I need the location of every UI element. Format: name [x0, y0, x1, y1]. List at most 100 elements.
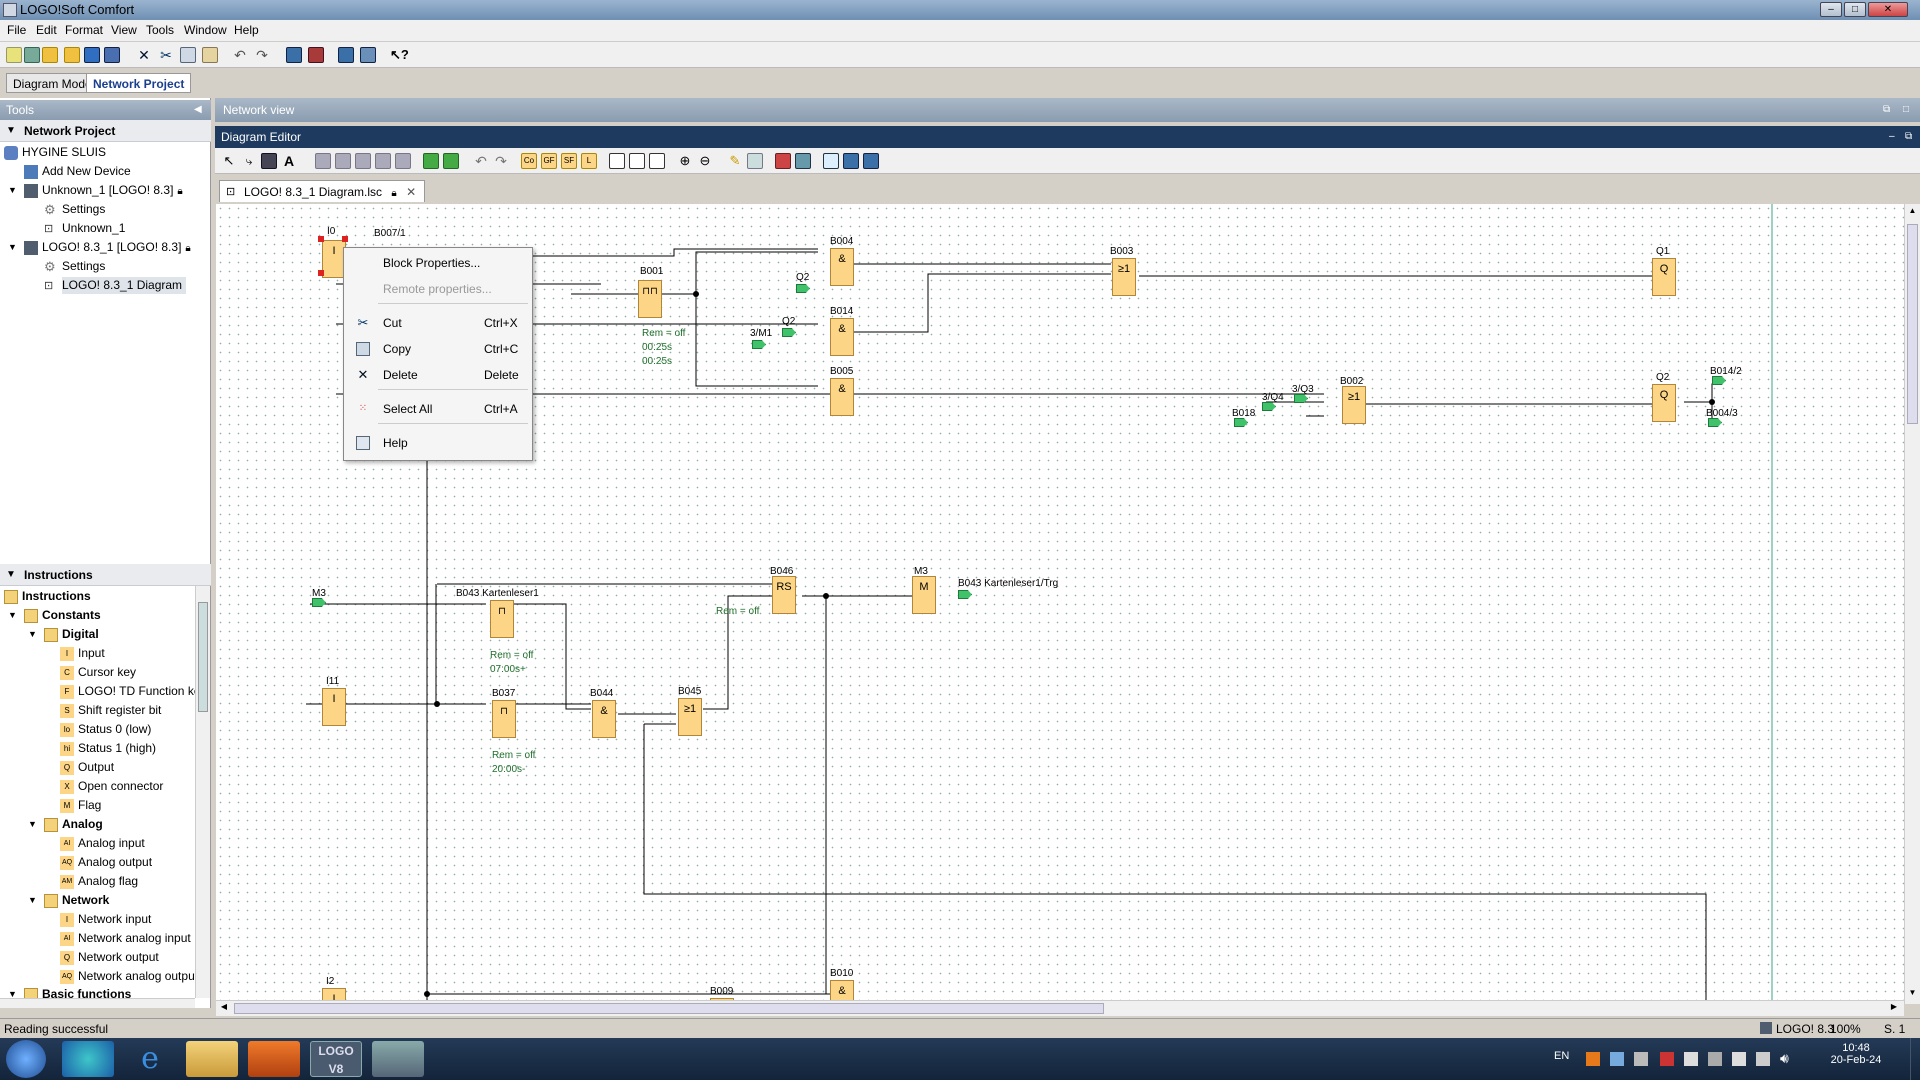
- redo-icon[interactable]: ↷: [254, 47, 270, 63]
- arrange-down-icon[interactable]: [843, 153, 859, 169]
- and-block-b005[interactable]: &: [830, 378, 854, 416]
- special-functions-icon[interactable]: SF: [561, 153, 577, 169]
- arrange-up-icon[interactable]: [863, 153, 879, 169]
- close-button[interactable]: ✕: [1868, 2, 1908, 17]
- online-test-icon[interactable]: [338, 47, 354, 63]
- tree-item-logo-device[interactable]: ▼ LOGO! 8.3_1 [LOGO! 8.3] 🔒︎: [8, 239, 191, 256]
- transfer-pc-logo-icon[interactable]: [286, 47, 302, 63]
- page-layout-3-icon[interactable]: [649, 153, 665, 169]
- tree-item-flag[interactable]: M Flag: [60, 797, 101, 814]
- network-project-header[interactable]: ▼ Network Project: [0, 120, 211, 142]
- page-layout-1-icon[interactable]: [609, 153, 625, 169]
- align-center-icon[interactable]: [335, 153, 351, 169]
- timer-block-b043[interactable]: ⊓: [490, 600, 514, 638]
- align-top-icon[interactable]: [355, 153, 371, 169]
- tree-item-shift-register-bit[interactable]: S Shift register bit: [60, 702, 161, 719]
- menu-item-block-properties[interactable]: Block Properties...: [344, 252, 534, 274]
- tree-item-td-function-key[interactable]: F LOGO! TD Function key: [60, 683, 195, 700]
- tree-folder-constants[interactable]: ▼ Constants: [8, 607, 101, 624]
- tree-folder-analog[interactable]: ▼ Analog: [28, 816, 103, 833]
- or-block-b002[interactable]: ≥1: [1342, 386, 1366, 424]
- or-block-b003[interactable]: ≥1: [1112, 258, 1136, 296]
- language-indicator[interactable]: EN: [1554, 1050, 1569, 1062]
- rs-block-b046[interactable]: RS: [772, 576, 796, 614]
- scroll-thumb[interactable]: [1907, 224, 1918, 424]
- restore-icon[interactable]: ⧉: [1905, 126, 1912, 148]
- tab-network-project[interactable]: Network Project: [86, 73, 192, 93]
- flag-block-m3[interactable]: M: [912, 576, 936, 614]
- timer-block-b037[interactable]: ⊓: [492, 700, 516, 738]
- tree-item-add-device[interactable]: Add New Device: [24, 163, 131, 180]
- input-block-i2[interactable]: I: [322, 988, 346, 1000]
- tree-folder-basic-functions[interactable]: ▼ Basic functions: [8, 986, 131, 998]
- expand-icon[interactable]: ▼: [28, 896, 37, 905]
- copy-icon[interactable]: [180, 47, 196, 63]
- menu-help[interactable]: Help: [234, 23, 259, 37]
- align-left-icon[interactable]: [315, 153, 331, 169]
- media-player-icon[interactable]: [248, 1041, 300, 1077]
- import-icon[interactable]: [24, 47, 40, 63]
- logo-soft-comfort-taskbar-button[interactable]: LOGO V8: [310, 1041, 362, 1077]
- pencil-icon[interactable]: ✎: [727, 153, 743, 169]
- file-explorer-icon[interactable]: [186, 1041, 238, 1077]
- ungroup-icon[interactable]: [443, 153, 459, 169]
- group-icon[interactable]: [423, 153, 439, 169]
- tree-folder-instructions[interactable]: Instructions: [4, 588, 91, 605]
- tab-diagram-file[interactable]: ⊡ LOGO! 8.3_1 Diagram.lsc 🔒︎ ✕: [219, 180, 426, 202]
- open-folder-icon[interactable]: [64, 47, 80, 63]
- tree-item-analog-input[interactable]: AI Analog input: [60, 835, 145, 852]
- canvas-vscroll[interactable]: ▲ ▼: [1904, 204, 1920, 1004]
- online-test-icon[interactable]: [795, 153, 811, 169]
- paste-icon[interactable]: [202, 47, 218, 63]
- tree-item-network-input[interactable]: I Network input: [60, 911, 151, 928]
- instructions-vscroll[interactable]: [195, 586, 210, 998]
- udf-icon[interactable]: L: [581, 153, 597, 169]
- tree-item-cursor-key[interactable]: C Cursor key: [60, 664, 136, 681]
- input-block-i11[interactable]: I: [322, 688, 346, 726]
- tray-icon[interactable]: [1610, 1052, 1624, 1066]
- menu-tools[interactable]: Tools: [146, 23, 174, 37]
- close-tab-icon[interactable]: ✕: [406, 185, 416, 199]
- menu-window[interactable]: Window: [184, 23, 227, 37]
- tree-folder-network[interactable]: ▼ Network: [28, 892, 109, 909]
- tree-item-unknown-device[interactable]: ▼ Unknown_1 [LOGO! 8.3] 🔒︎: [8, 182, 183, 199]
- redo-icon[interactable]: ↷: [493, 153, 509, 169]
- maximize-button[interactable]: □: [1844, 2, 1866, 17]
- scroll-thumb[interactable]: [198, 602, 208, 712]
- tree-item-output[interactable]: Q Output: [60, 759, 114, 776]
- undo-icon[interactable]: ↶: [473, 153, 489, 169]
- utility-app-icon[interactable]: [372, 1041, 424, 1077]
- menu-item-copy[interactable]: Copy Ctrl+C: [344, 338, 534, 360]
- connect-tool-icon[interactable]: ⤷: [241, 153, 257, 169]
- tray-icon[interactable]: [1684, 1052, 1698, 1066]
- open-icon[interactable]: [42, 47, 58, 63]
- tree-item-network-analog-input[interactable]: AI Network analog input: [60, 930, 191, 947]
- edge-icon[interactable]: [62, 1041, 114, 1077]
- menu-item-delete[interactable]: ✕ Delete Delete: [344, 364, 534, 386]
- maximize-icon[interactable]: □: [1903, 98, 1909, 122]
- and-block-b004[interactable]: &: [830, 248, 854, 286]
- simulation-start-icon[interactable]: [775, 153, 791, 169]
- cut-icon[interactable]: ✂: [158, 47, 174, 63]
- page-layout-2-icon[interactable]: [629, 153, 645, 169]
- speaker-icon[interactable]: 🔊︎: [1780, 1050, 1789, 1067]
- selection-handle[interactable]: [342, 236, 348, 242]
- restore-icon[interactable]: ⧉: [1883, 98, 1890, 122]
- zoom-out-icon[interactable]: ⊖: [697, 153, 713, 169]
- show-desktop-button[interactable]: [1910, 1038, 1920, 1080]
- and-block-b010[interactable]: &: [830, 980, 854, 1000]
- scroll-thumb[interactable]: [234, 1003, 1104, 1014]
- instructions-hscroll[interactable]: [0, 998, 195, 1008]
- collapse-icon[interactable]: ◀: [194, 100, 202, 120]
- context-help-icon[interactable]: ↖?: [390, 47, 409, 63]
- tree-item-diagram[interactable]: ⊡ Unknown_1: [44, 220, 125, 237]
- selection-handle[interactable]: [318, 270, 324, 276]
- tray-icon[interactable]: [1586, 1052, 1600, 1066]
- transfer-logo-pc-icon[interactable]: [308, 47, 324, 63]
- select-tool-icon[interactable]: ↖: [221, 153, 237, 169]
- canvas-hscroll[interactable]: ◀ ▶: [216, 1000, 1904, 1016]
- tree-item-settings[interactable]: ⚙ Settings: [44, 201, 105, 218]
- expand-icon[interactable]: ▼: [28, 630, 37, 639]
- tree-folder-digital[interactable]: ▼ Digital: [28, 626, 99, 643]
- block-tool-icon[interactable]: [261, 153, 277, 169]
